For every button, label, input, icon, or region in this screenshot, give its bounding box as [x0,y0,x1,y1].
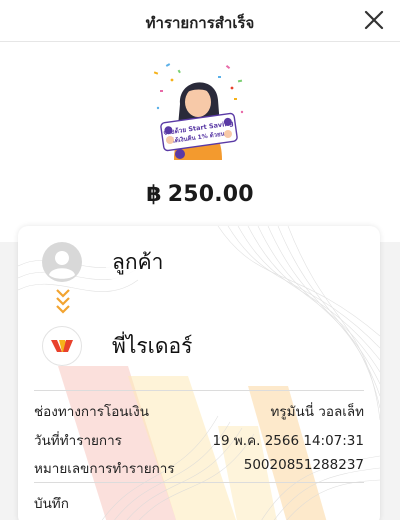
header-bar: ทำรายการสำเร็จ [0,0,400,42]
sender-row: ลูกค้า [42,242,372,286]
currency-symbol: ฿ [146,182,162,207]
promo-girl-illustration: จ่ายด้วย Start Saving ได้เงินคืน 1% ด้วย… [148,60,248,160]
detail-value: ทรูมันนี่ วอลเล็ท [270,404,364,420]
detail-value: 50020851288237 [243,457,364,473]
detail-label: หมายเลขการทำรายการ [34,461,175,477]
recipient-row: พี่ไรเดอร์ [42,326,372,370]
detail-row-date: วันที่ทำรายการ 19 พ.ค. 2566 14:07:31 [34,429,364,449]
page-title: ทำรายการสำเร็จ [145,14,255,32]
sender-name: ลูกค้า [106,246,170,279]
details-divider [34,390,364,391]
recipient-name: พี่ไรเดอร์ [106,330,199,363]
transfer-amount: ฿ 250.00 [0,182,400,207]
success-summary: จ่ายด้วย Start Saving ได้เงินคืน 1% ด้วย… [0,42,400,242]
chevron-double-down-icon [55,288,71,318]
receipt-card: ลูกค้า พี่ไรเดอร์ ช่องทางการโอนเงิน ทรูม… [18,226,380,520]
rider-logo-icon [42,326,82,366]
detail-label: วันที่ทำรายการ [34,433,122,449]
detail-row-channel: ช่องทางการโอนเงิน ทรูมันนี่ วอลเล็ท [34,400,364,420]
note-divider [34,482,364,483]
detail-row-transaction-id: หมายเลขการทำรายการ 50020851288237 [34,457,364,477]
note-label: บันทึก [34,496,69,512]
close-icon[interactable] [362,8,386,32]
detail-value: 19 พ.ค. 2566 14:07:31 [212,433,364,449]
detail-label: ช่องทางการโอนเงิน [34,404,149,420]
user-avatar-icon [42,242,82,282]
amount-value: 250.00 [167,182,254,207]
